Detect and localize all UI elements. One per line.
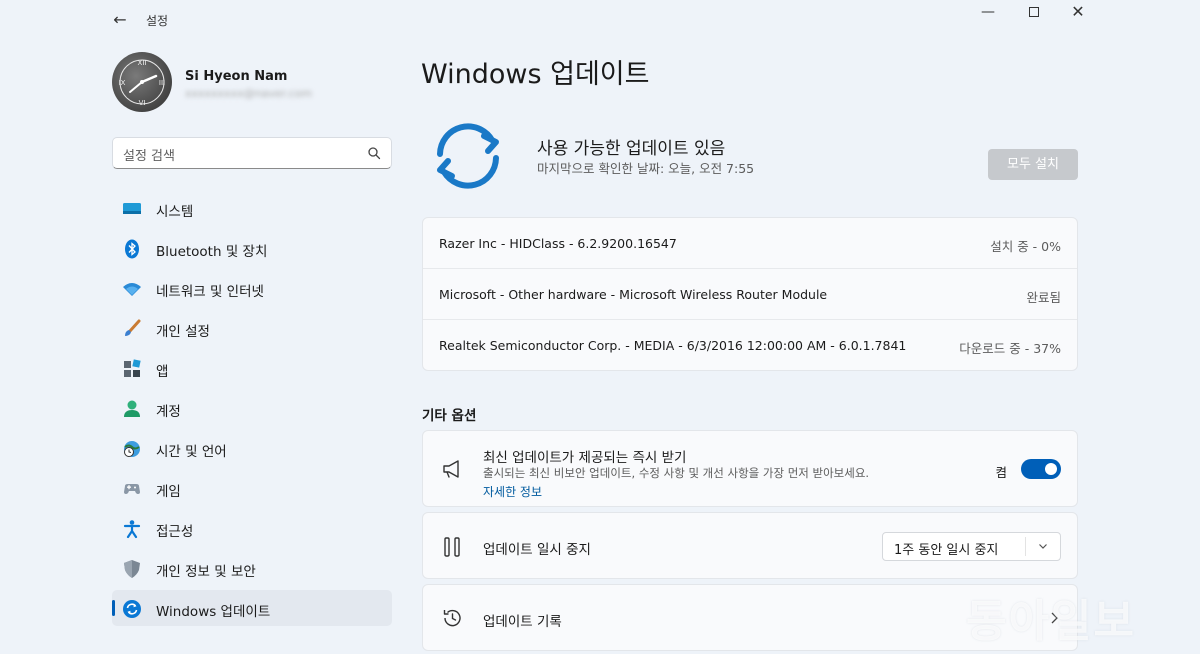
card-title: 업데이트 일시 중지 xyxy=(483,542,591,558)
toggle-state-label: 켬 xyxy=(995,465,1007,480)
toggle-knob xyxy=(1045,463,1057,475)
minimize-icon[interactable]: — xyxy=(968,3,1008,23)
search-icon xyxy=(368,147,381,160)
sidebar-item-label: Windows 업데이트 xyxy=(156,604,271,620)
update-name: Realtek Semiconductor Corp. - MEDIA - 6/… xyxy=(439,338,907,353)
update-row: Realtek Semiconductor Corp. - MEDIA - 6/… xyxy=(423,320,1077,371)
update-name: Microsoft - Other hardware - Microsoft W… xyxy=(439,287,828,302)
other-options-heading: 기타 옵션 xyxy=(422,408,477,424)
select-divider xyxy=(1025,537,1026,556)
windows-update-icon xyxy=(123,600,141,618)
learn-more-link[interactable]: 자세한 정보 xyxy=(483,483,542,500)
history-icon xyxy=(443,609,461,627)
sidebar-item-privacy[interactable]: 개인 정보 및 보안 xyxy=(112,550,392,586)
pause-updates-card: 업데이트 일시 중지 1주 동안 일시 중지 xyxy=(422,512,1078,579)
sidebar-item-label: 시스템 xyxy=(156,204,194,220)
svg-text:VI: VI xyxy=(139,99,146,107)
pause-icon xyxy=(444,537,460,557)
apps-icon xyxy=(124,359,141,377)
accessibility-icon xyxy=(123,520,141,539)
update-status: 설치 중 - 0% xyxy=(990,239,1061,254)
avatar[interactable]: XII III VI IX xyxy=(112,52,172,112)
shield-icon xyxy=(124,560,140,578)
card-title: 최신 업데이트가 제공되는 즉시 받기 xyxy=(483,450,687,466)
back-arrow-icon[interactable]: ← xyxy=(110,10,130,30)
update-name: Razer Inc - HIDClass - 6.2.9200.16547 xyxy=(439,236,677,251)
pause-duration-select[interactable]: 1주 동안 일시 중지 xyxy=(882,532,1061,561)
bluetooth-icon xyxy=(125,239,139,259)
sidebar-item-apps[interactable]: 앱 xyxy=(112,350,392,386)
update-list: Razer Inc - HIDClass - 6.2.9200.16547 설치… xyxy=(422,217,1078,371)
app-title: 설정 xyxy=(146,14,169,28)
chevron-down-icon xyxy=(1039,544,1047,549)
user-name: Si Hyeon Nam xyxy=(185,69,288,84)
sidebar-item-label: 시간 및 언어 xyxy=(156,444,227,460)
svg-text:XII: XII xyxy=(138,59,147,67)
sidebar-item-label: 개인 설정 xyxy=(156,324,210,340)
install-all-button[interactable]: 모두 설치 xyxy=(988,149,1078,180)
update-row: Razer Inc - HIDClass - 6.2.9200.16547 설치… xyxy=(423,218,1077,269)
account-icon xyxy=(124,400,140,417)
sidebar-item-label: 네트워크 및 인터넷 xyxy=(156,284,264,300)
update-status: 다운로드 중 - 37% xyxy=(959,341,1061,356)
user-email: xxxxxxxxx@naver.com xyxy=(185,87,313,100)
search-input[interactable]: 설정 검색 xyxy=(112,137,392,169)
clock-avatar-image: XII III VI IX xyxy=(119,59,166,107)
sidebar-item-gaming[interactable]: 게임 xyxy=(112,470,392,506)
svg-text:IX: IX xyxy=(119,79,126,87)
title-bar: ← 설정 — ✕ xyxy=(0,0,1200,40)
sidebar-item-network[interactable]: 네트워크 및 인터넷 xyxy=(112,270,392,306)
sidebar-item-label: 게임 xyxy=(156,484,181,500)
sidebar-item-time-language[interactable]: 시간 및 언어 xyxy=(112,430,392,466)
sync-icon xyxy=(437,123,499,189)
active-indicator xyxy=(112,600,115,616)
sidebar-item-label: 앱 xyxy=(156,364,169,380)
search-placeholder: 설정 검색 xyxy=(123,149,175,164)
sidebar-item-personalization[interactable]: 개인 설정 xyxy=(112,310,392,346)
update-status-title: 사용 가능한 업데이트 있음 xyxy=(537,139,726,159)
globe-clock-icon xyxy=(124,441,140,457)
sidebar-item-windows-update[interactable]: Windows 업데이트 xyxy=(112,590,392,626)
brush-icon xyxy=(125,319,141,336)
page-title: Windows 업데이트 xyxy=(421,59,650,90)
card-description: 출시되는 최신 비보안 업데이트, 수정 사항 및 개선 사항을 가장 먼저 받… xyxy=(483,466,870,480)
sidebar-item-accounts[interactable]: 계정 xyxy=(112,390,392,426)
sidebar-nav: 시스템 Bluetooth 및 장치 네트워크 및 인터넷 개인 설정 앱 계정… xyxy=(112,190,392,630)
select-value: 1주 동안 일시 중지 xyxy=(894,543,999,558)
sidebar-item-bluetooth[interactable]: Bluetooth 및 장치 xyxy=(112,230,392,266)
sidebar-item-label: 계정 xyxy=(156,404,181,420)
update-row: Microsoft - Other hardware - Microsoft W… xyxy=(423,269,1077,320)
sidebar-item-label: Bluetooth 및 장치 xyxy=(156,244,268,260)
latest-updates-toggle[interactable] xyxy=(1021,459,1061,479)
system-icon xyxy=(123,203,141,214)
last-checked-text: 마지막으로 확인한 날짜: 오늘, 오전 7:55 xyxy=(537,161,755,176)
maximize-icon[interactable] xyxy=(1014,3,1054,23)
sidebar-item-label: 개인 정보 및 보안 xyxy=(156,564,256,580)
card-title: 업데이트 기록 xyxy=(483,614,562,630)
svg-text:III: III xyxy=(159,79,165,87)
update-status: 완료됨 xyxy=(1026,290,1061,305)
watermark-logo: 동아일보 xyxy=(966,596,1136,647)
sidebar-item-accessibility[interactable]: 접근성 xyxy=(112,510,392,546)
gamepad-icon xyxy=(124,484,140,494)
megaphone-icon xyxy=(443,460,459,478)
sidebar-item-label: 접근성 xyxy=(156,524,194,540)
sidebar-item-system[interactable]: 시스템 xyxy=(112,190,392,226)
close-icon[interactable]: ✕ xyxy=(1058,3,1098,23)
wifi-icon xyxy=(123,283,141,296)
latest-updates-card[interactable]: 최신 업데이트가 제공되는 즉시 받기 출시되는 최신 비보안 업데이트, 수정… xyxy=(422,430,1078,507)
